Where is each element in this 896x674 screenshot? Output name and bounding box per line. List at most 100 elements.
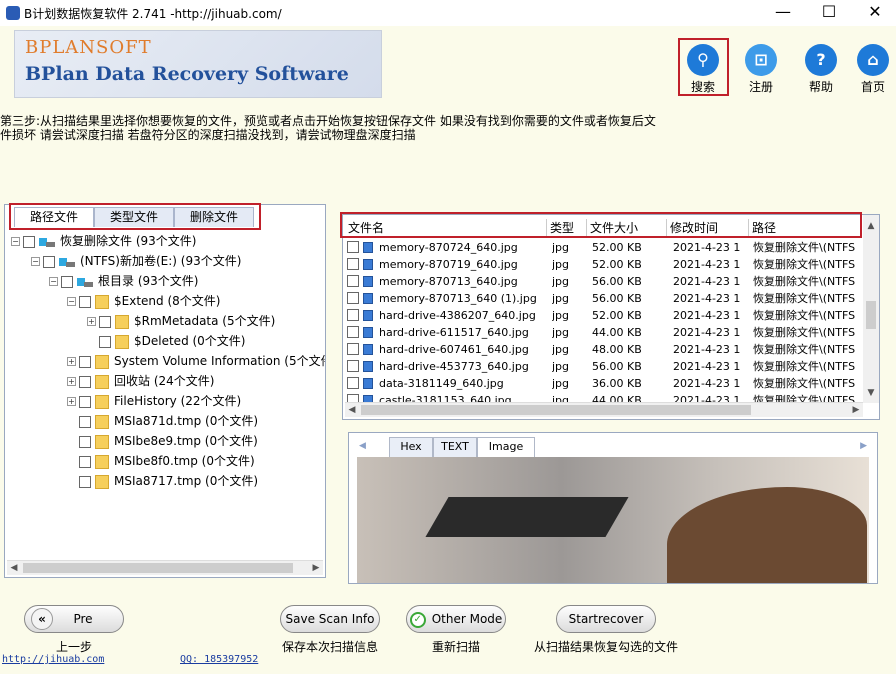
scroll-left-icon[interactable]: ◀ <box>345 403 359 418</box>
expand-icon[interactable]: + <box>87 317 96 326</box>
tree-checkbox[interactable] <box>79 435 91 448</box>
tree-checkbox[interactable] <box>43 255 55 268</box>
other-mode-button[interactable]: ✓ Other Mode <box>406 605 506 633</box>
table-row[interactable]: hard-drive-611517_640.jpg jpg 44.00 KB 2021… <box>343 324 863 341</box>
image-file-icon <box>363 327 373 338</box>
expand-icon[interactable]: + <box>67 397 76 406</box>
help-button[interactable]: ? 帮助 <box>796 42 846 96</box>
scroll-right-icon[interactable]: ▶ <box>309 561 323 576</box>
tab-text[interactable]: TEXT <box>433 437 477 457</box>
cell-path: 恢复删除文件\(NTFS <box>753 326 856 339</box>
tab-hex[interactable]: Hex <box>389 437 433 457</box>
row-checkbox[interactable] <box>347 241 359 253</box>
expand-icon[interactable]: + <box>67 377 76 386</box>
collapse-icon[interactable]: − <box>67 297 76 306</box>
tabs-highlight-box <box>9 203 261 230</box>
save-scan-info-button[interactable]: Save Scan Info <box>280 605 380 633</box>
close-button[interactable]: ✕ <box>852 0 896 26</box>
scroll-up-icon[interactable]: ▲ <box>864 219 878 234</box>
website-link[interactable]: http://jihuab.com <box>2 654 104 665</box>
tree-node[interactable]: + System Volume Information (5个文件) <box>67 351 325 371</box>
cell-type: jpg <box>552 275 570 288</box>
cell-path: 恢复删除文件\(NTFS <box>753 292 856 305</box>
tab-scroll-left-icon[interactable]: ◀ <box>359 441 366 451</box>
tree-node[interactable]: + 回收站 (24个文件) <box>67 371 214 391</box>
row-checkbox[interactable] <box>347 343 359 355</box>
preview-panel: ◀ Hex TEXT Image ▶ <box>348 432 878 584</box>
table-row[interactable]: memory-870719_640.jpg jpg 52.00 KB 2021-4-2… <box>343 256 863 273</box>
search-button[interactable]: ⚲ 搜索 <box>678 42 728 96</box>
cell-time: 2021-4-23 1 <box>673 309 741 322</box>
row-checkbox[interactable] <box>347 309 359 321</box>
table-row[interactable]: memory-870713_640 (1).jpg jpg 56.00 KB 2021… <box>343 290 863 307</box>
tree-node[interactable]: MSIa8717.tmp (0个文件) <box>67 471 258 491</box>
pre-button[interactable]: « Pre <box>24 605 124 633</box>
tree-checkbox[interactable] <box>79 455 91 468</box>
row-checkbox[interactable] <box>347 360 359 372</box>
maximize-button[interactable]: ☐ <box>806 0 852 26</box>
table-row[interactable]: hard-drive-453773_640.jpg jpg 56.00 KB 2021… <box>343 358 863 375</box>
tree-checkbox[interactable] <box>79 475 91 488</box>
register-button[interactable]: ⊡ 注册 <box>736 42 786 96</box>
file-list-vertical-scrollbar[interactable]: ▲ ▼ <box>863 215 879 403</box>
scrollbar-thumb[interactable] <box>23 563 293 573</box>
file-list-horizontal-scrollbar[interactable]: ◀ ▶ <box>345 402 863 417</box>
table-row[interactable]: memory-870713_640.jpg jpg 56.00 KB 2021-4-2… <box>343 273 863 290</box>
image-file-icon <box>363 310 373 321</box>
qq-link[interactable]: QQ: 185397952 <box>180 654 258 665</box>
cell-path: 恢复删除文件\(NTFS <box>753 360 856 373</box>
scrollbar-thumb[interactable] <box>866 301 876 329</box>
scroll-down-icon[interactable]: ▼ <box>864 386 878 401</box>
minimize-button[interactable]: — <box>760 0 806 26</box>
collapse-icon[interactable]: − <box>11 237 20 246</box>
tree-checkbox[interactable] <box>79 415 91 428</box>
cell-time: 2021-4-23 1 <box>673 360 741 373</box>
tab-image[interactable]: Image <box>477 437 535 457</box>
row-checkbox[interactable] <box>347 326 359 338</box>
tree-node[interactable]: + $RmMetadata (5个文件) <box>87 311 275 331</box>
scrollbar-thumb[interactable] <box>361 405 751 415</box>
scroll-right-icon[interactable]: ▶ <box>849 403 863 418</box>
collapse-icon[interactable]: − <box>31 257 40 266</box>
row-checkbox[interactable] <box>347 275 359 287</box>
tree-checkbox[interactable] <box>61 275 73 288</box>
window-title: B计划数据恢复软件 2.741 -http://jihuab.com/ <box>24 7 282 21</box>
row-checkbox[interactable] <box>347 292 359 304</box>
tree-node[interactable]: MSIa871d.tmp (0个文件) <box>67 411 258 431</box>
start-recover-button[interactable]: Startrecover <box>556 605 656 633</box>
tree-node[interactable]: $Deleted (0个文件) <box>87 331 246 351</box>
tree-node[interactable]: − (NTFS)新加卷(E:) (93个文件) <box>31 251 241 271</box>
tab-scroll-right-icon[interactable]: ▶ <box>860 441 867 451</box>
product-banner: BPLANSOFT BPlan Data Recovery Software <box>14 30 382 98</box>
tree-horizontal-scrollbar[interactable]: ◀ ▶ <box>7 560 323 575</box>
expand-icon[interactable]: + <box>67 357 76 366</box>
row-checkbox[interactable] <box>347 258 359 270</box>
tree-checkbox[interactable] <box>99 315 111 328</box>
tree-node[interactable]: MSIbe8e9.tmp (0个文件) <box>67 431 258 451</box>
table-row[interactable]: hard-drive-4386207_640.jpg jpg 52.00 KB 202… <box>343 307 863 324</box>
tree-checkbox[interactable] <box>79 395 91 408</box>
tree-node[interactable]: MSIbe8f0.tmp (0个文件) <box>67 451 255 471</box>
folder-icon <box>95 354 109 369</box>
home-button[interactable]: ⌂ 首页 <box>848 42 896 96</box>
tree-node-label: System Volume Information (5个文件) <box>114 354 325 368</box>
tree-checkbox[interactable] <box>23 235 35 248</box>
tree-node[interactable]: − $Extend (8个文件) <box>67 291 220 311</box>
tree-checkbox[interactable] <box>99 335 111 348</box>
tree-node[interactable]: + FileHistory (22个文件) <box>67 391 241 411</box>
tree-node[interactable]: − 恢复删除文件 (93个文件) <box>11 231 196 251</box>
collapse-icon[interactable]: − <box>49 277 58 286</box>
tree-node[interactable]: − 根目录 (93个文件) <box>49 271 198 291</box>
cell-name: hard-drive-453773_640.jpg <box>379 360 529 373</box>
row-checkbox[interactable] <box>347 377 359 389</box>
table-row[interactable]: data-3181149_640.jpg jpg 36.00 KB 2021-4-23… <box>343 375 863 392</box>
tree-checkbox[interactable] <box>79 355 91 368</box>
tree-checkbox[interactable] <box>79 295 91 308</box>
cell-time: 2021-4-23 1 <box>673 377 741 390</box>
help-icon: ? <box>805 44 837 76</box>
cell-name: hard-drive-611517_640.jpg <box>379 326 529 339</box>
scroll-left-icon[interactable]: ◀ <box>7 561 21 576</box>
tree-checkbox[interactable] <box>79 375 91 388</box>
table-row[interactable]: memory-870724_640.jpg jpg 52.00 KB 2021-4-2… <box>343 239 863 256</box>
table-row[interactable]: hard-drive-607461_640.jpg jpg 48.00 KB 2021… <box>343 341 863 358</box>
